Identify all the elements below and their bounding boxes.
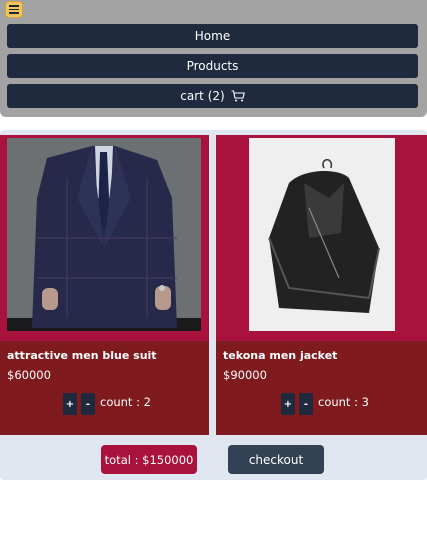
product-info: attractive men blue suit $60000 + - coun… — [0, 341, 209, 435]
product-name: tekona men jacket — [223, 349, 338, 362]
nav-products-link[interactable]: Products — [7, 54, 418, 78]
checkout-button[interactable]: checkout — [228, 445, 324, 474]
product-card: tekona men jacket $90000 + - count : 3 — [216, 135, 427, 435]
decrement-button[interactable]: - — [81, 393, 95, 415]
checkout-label: checkout — [248, 452, 304, 467]
nav-cart-label: cart (2) — [180, 89, 225, 103]
nav-home-link[interactable]: Home — [7, 24, 418, 48]
total-badge: total : $150000 — [101, 445, 197, 474]
nav-products-label: Products — [186, 59, 239, 73]
product-image-jacket — [249, 138, 395, 331]
cart-panel: attractive men blue suit $60000 + - coun… — [0, 130, 427, 480]
nav-home-label: Home — [194, 29, 231, 43]
nav-cart-link[interactable]: cart (2) — [7, 84, 418, 108]
quantity-count: count : 2 — [100, 395, 151, 409]
increment-button[interactable]: + — [281, 393, 295, 415]
top-navigation: Home Products cart (2) — [0, 0, 427, 117]
product-price: $60000 — [7, 368, 51, 382]
decrement-button[interactable]: - — [299, 393, 313, 415]
product-info: tekona men jacket $90000 + - count : 3 — [216, 341, 427, 435]
product-card: attractive men blue suit $60000 + - coun… — [0, 135, 209, 435]
quantity-controls: + - count : 2 — [63, 393, 151, 415]
cart-icon — [231, 90, 245, 102]
quantity-count: count : 3 — [318, 395, 369, 409]
product-price: $90000 — [223, 368, 267, 382]
increment-button[interactable]: + — [63, 393, 77, 415]
product-image-suit — [7, 138, 201, 331]
total-label: total : $150000 — [104, 452, 194, 467]
quantity-controls: + - count : 3 — [281, 393, 369, 415]
product-name: attractive men blue suit — [7, 349, 157, 362]
hamburger-menu-icon[interactable] — [5, 1, 23, 18]
